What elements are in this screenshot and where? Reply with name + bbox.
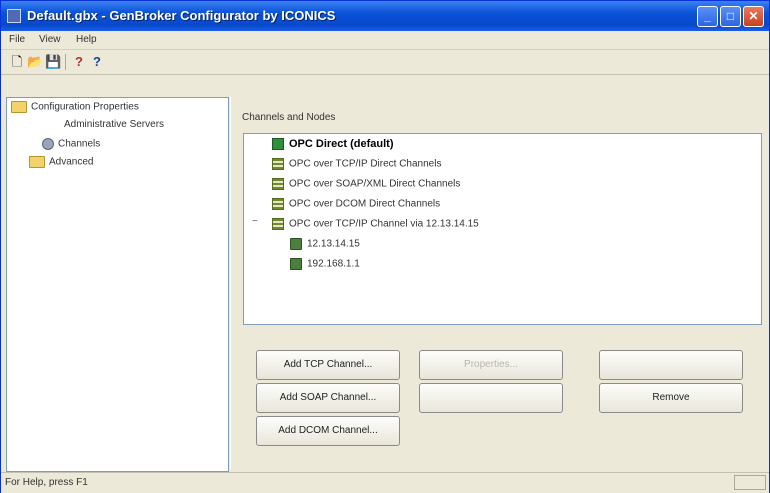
minimize-button[interactable]: _ — [697, 6, 718, 27]
folder-icon — [11, 101, 27, 113]
remove-button[interactable]: Remove — [599, 383, 743, 413]
open-folder-icon[interactable]: 📂 — [27, 54, 43, 70]
network-icon — [272, 138, 284, 151]
add-tcp-channel-button[interactable]: Add TCP Channel... — [256, 350, 400, 380]
properties-button[interactable]: Properties... — [419, 350, 563, 380]
channel-icon — [272, 198, 284, 210]
tree-item-administrative-servers[interactable]: Administrative Servers — [64, 119, 164, 135]
status-cell — [734, 475, 766, 490]
node-tcpip-channel[interactable]: OPC over TCP/IP Channel via 12.13.14.15 — [272, 218, 479, 236]
help-pointer-icon[interactable]: ? — [89, 54, 105, 70]
channel-icon — [272, 178, 284, 190]
channels-tree: OPC Direct (default) OPC over TCP/IP Dir… — [243, 133, 762, 325]
menu-view[interactable]: View — [39, 34, 61, 45]
close-button[interactable]: ✕ — [743, 6, 764, 27]
menu-help[interactable]: Help — [76, 34, 97, 45]
node-soapxml-direct[interactable]: OPC over SOAP/XML Direct Channels — [272, 178, 460, 196]
disabled-button-2[interactable] — [419, 383, 563, 413]
channels-group-label: Channels and Nodes — [242, 112, 336, 123]
collapse-toggle[interactable]: − — [252, 216, 258, 227]
window-title: Default.gbx - GenBroker Configurator by … — [27, 8, 336, 23]
folder-icon — [29, 156, 45, 168]
save-icon[interactable]: 💾 — [45, 54, 61, 70]
channel-icon — [272, 218, 284, 230]
maximize-button[interactable]: □ — [720, 6, 741, 27]
title-bar[interactable]: Default.gbx - GenBroker Configurator by … — [1, 1, 769, 31]
info-icon[interactable]: ? — [71, 54, 87, 70]
tree-item-advanced[interactable]: Advanced — [29, 156, 93, 172]
disabled-button-3[interactable] — [599, 350, 743, 380]
computer-icon — [290, 258, 302, 270]
add-dcom-channel-button[interactable]: Add DCOM Channel... — [256, 416, 400, 446]
toolbar-separator — [65, 54, 66, 70]
channel-icon — [272, 158, 284, 170]
tree-item-configuration-properties[interactable]: Configuration Properties — [11, 101, 139, 117]
toolbar: 🗋 📂 💾 ? ? — [1, 50, 769, 75]
gear-icon — [42, 138, 54, 150]
node-tcpip-direct[interactable]: OPC over TCP/IP Direct Channels — [272, 158, 441, 176]
new-file-icon[interactable]: 🗋 — [9, 54, 25, 70]
node-host-192-168-1-1[interactable]: 192.168.1.1 — [290, 258, 360, 276]
status-bar: For Help, press F1 — [1, 472, 769, 493]
node-dcom-direct[interactable]: OPC over DCOM Direct Channels — [272, 198, 440, 216]
add-soap-channel-button[interactable]: Add SOAP Channel... — [256, 383, 400, 413]
navigation-tree: Configuration Properties Administrative … — [6, 97, 229, 472]
status-text: For Help, press F1 — [5, 477, 88, 488]
node-opc-direct[interactable]: OPC Direct (default) — [272, 138, 394, 156]
app-window: Default.gbx - GenBroker Configurator by … — [0, 0, 770, 493]
menu-file[interactable]: File — [9, 34, 25, 45]
tree-item-channels[interactable]: Channels — [42, 138, 100, 154]
computer-icon — [290, 238, 302, 250]
channels-panel: Channels and Nodes OPC Direct (default) … — [234, 97, 767, 470]
app-icon — [7, 9, 21, 23]
menu-bar: File View Help — [1, 31, 769, 50]
node-host-12-13-14-15[interactable]: 12.13.14.15 — [290, 238, 360, 256]
